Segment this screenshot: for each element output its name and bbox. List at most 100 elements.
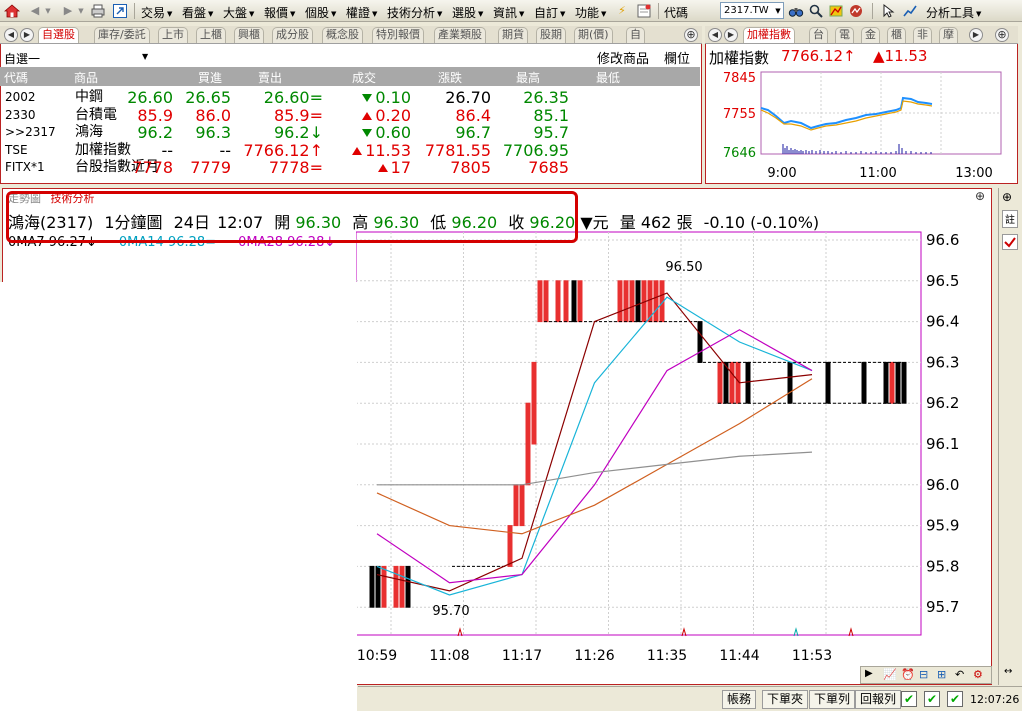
lightning-icon[interactable]: ⚡ bbox=[614, 3, 630, 19]
print-icon[interactable] bbox=[90, 3, 106, 19]
quote-row[interactable]: 2002 中鋼 26.60 26.65 26.60= 0.10 26.70 26.35 bbox=[1, 89, 701, 106]
tab-more[interactable]: 自 bbox=[626, 27, 645, 43]
tab-otc[interactable]: 上櫃 bbox=[196, 27, 226, 43]
forward-dropdown-icon[interactable]: ▼ bbox=[73, 3, 89, 19]
new-window-icon[interactable] bbox=[112, 3, 128, 19]
tab-listed[interactable]: 上市 bbox=[158, 27, 188, 43]
status-check-3[interactable]: ✔ bbox=[947, 691, 963, 707]
quote-row[interactable]: FITX*1 台股指數近月 7778 7779 7778= 17 7805 7685 bbox=[1, 159, 701, 176]
col-high[interactable]: 最高 bbox=[516, 69, 540, 86]
watchlist-dropdown-icon[interactable]: ▼ bbox=[142, 52, 148, 61]
watchlist-selector[interactable]: 自選一 bbox=[4, 50, 40, 67]
chart-draw-icon[interactable]: 📈 bbox=[883, 668, 897, 681]
quote-change-text: 0.60 bbox=[375, 123, 411, 142]
index-tab-otc[interactable]: 櫃 bbox=[887, 27, 906, 43]
col-bid[interactable]: 買進 bbox=[198, 69, 222, 86]
index-tab-taiex[interactable]: 加權指數 bbox=[743, 27, 795, 43]
menu-trade[interactable]: 交易 ▼ bbox=[141, 4, 172, 21]
menu-custom[interactable]: 自訂 ▼ bbox=[534, 4, 565, 21]
chart-zoom-icon[interactable]: ⊕ bbox=[975, 189, 985, 203]
report-bar-button[interactable]: 回報列 bbox=[855, 690, 902, 709]
index-tab-nonfin[interactable]: 非 bbox=[913, 27, 932, 43]
home-icon[interactable] bbox=[4, 3, 20, 19]
chart-undo-icon[interactable]: ↶ bbox=[955, 668, 964, 681]
right-notes-icon[interactable]: 註 bbox=[1002, 210, 1018, 228]
tab-scroll-right-icon[interactable]: ▶ bbox=[20, 28, 34, 42]
chart-settings-icon[interactable]: ⚙ bbox=[973, 668, 983, 681]
quote-cell-ask: -- bbox=[219, 140, 231, 160]
tab-watchlist[interactable]: 自選股 bbox=[38, 27, 79, 43]
quote-table-header: 代碼 商品 買進 賣出 成交 漲跌 最高 最低 bbox=[0, 67, 700, 86]
chart-zoom-out-icon[interactable]: ⊟ bbox=[919, 668, 928, 681]
tab-concept[interactable]: 概念股 bbox=[322, 27, 363, 43]
chart-fit-icon[interactable]: ⊞ bbox=[937, 668, 946, 681]
tab-options[interactable]: 期(價) bbox=[574, 27, 613, 43]
status-check-1[interactable]: ✔ bbox=[901, 691, 917, 707]
col-change[interactable]: 漲跌 bbox=[438, 69, 462, 86]
chart-scroll-right-icon[interactable]: ▶ bbox=[865, 668, 873, 679]
search-icon[interactable] bbox=[808, 3, 824, 19]
tab-emerging[interactable]: 興櫃 bbox=[234, 27, 264, 43]
candle bbox=[525, 402, 531, 486]
index-tab-fin[interactable]: 金 bbox=[861, 27, 880, 43]
account-button[interactable]: 帳務 bbox=[722, 690, 757, 709]
right-check-icon[interactable] bbox=[1002, 234, 1018, 250]
menu-market[interactable]: 大盤 ▼ bbox=[223, 4, 254, 21]
menu-stock-picker[interactable]: 選股 ▼ bbox=[452, 4, 483, 21]
menu-function[interactable]: 功能 ▼ bbox=[575, 4, 606, 21]
back-dropdown-icon[interactable]: ▼ bbox=[40, 3, 56, 19]
code-dropdown-icon[interactable]: ▼ bbox=[770, 3, 786, 19]
quote-cell-last: 85.9= bbox=[273, 105, 323, 125]
stock-alert-icon[interactable] bbox=[828, 3, 844, 19]
menu-warrant[interactable]: 權證 ▼ bbox=[346, 4, 377, 21]
col-ask[interactable]: 賣出 bbox=[258, 69, 282, 86]
menu-technical-analysis[interactable]: 技術分析 ▼ bbox=[387, 4, 442, 21]
quote-row[interactable]: >>2317 鴻海 96.2 96.3 96.2↓ 0.60 96.7 95.7 bbox=[1, 124, 701, 141]
menu-info[interactable]: 資訊 ▼ bbox=[493, 4, 524, 21]
status-check-2[interactable]: ✔ bbox=[924, 691, 940, 707]
tab-constituents[interactable]: 成分股 bbox=[272, 27, 313, 43]
index-scroll-left-icon[interactable]: ◀ bbox=[708, 28, 722, 42]
right-expand-icon[interactable]: ↔ bbox=[1004, 666, 1012, 677]
quote-zoom-icon[interactable]: ⊕ bbox=[684, 28, 698, 42]
index-tab-tai[interactable]: 台 bbox=[809, 27, 828, 43]
tab-scroll-left-icon[interactable]: ◀ bbox=[4, 28, 18, 42]
candle bbox=[889, 361, 895, 404]
quote-cell-bid: 85.9 bbox=[137, 105, 173, 125]
chart-y-tick: 96.0 bbox=[926, 476, 959, 494]
quote-cell-high: 7805 bbox=[450, 158, 491, 177]
down-triangle-icon bbox=[362, 94, 373, 102]
tab-industry[interactable]: 產業類股 bbox=[434, 27, 486, 43]
binoculars-icon[interactable] bbox=[788, 3, 804, 19]
col-code[interactable]: 代碼 bbox=[4, 69, 28, 86]
index-tab-msci[interactable]: 摩 bbox=[939, 27, 958, 43]
cursor-icon[interactable] bbox=[880, 3, 896, 19]
index-scroll-right-icon[interactable]: ▶ bbox=[724, 28, 738, 42]
right-zoom-icon[interactable]: ⊕ bbox=[1002, 190, 1012, 204]
col-last[interactable]: 成交 bbox=[352, 69, 376, 86]
index-zoom-icon[interactable]: ⊕ bbox=[995, 28, 1009, 42]
modify-items-link[interactable]: 修改商品 bbox=[597, 48, 649, 67]
tab-inventory[interactable]: 庫存/委託 bbox=[94, 27, 150, 43]
index-scroll-next-icon[interactable]: ▶ bbox=[969, 28, 983, 42]
quote-cell-low: 7685 bbox=[528, 158, 569, 177]
col-low[interactable]: 最低 bbox=[596, 69, 620, 86]
chart-tool-icon[interactable] bbox=[848, 3, 864, 19]
chart-clock-icon[interactable]: ⏰ bbox=[901, 668, 915, 681]
menu-analysis-tools[interactable]: 分析工具 ▼ bbox=[926, 4, 981, 21]
tab-futures[interactable]: 期貨 bbox=[498, 27, 528, 43]
columns-link[interactable]: 欄位 bbox=[664, 48, 690, 67]
menu-watch[interactable]: 看盤 ▼ bbox=[182, 4, 213, 21]
menu-quote[interactable]: 報價 ▼ bbox=[264, 4, 295, 21]
notepad-icon[interactable] bbox=[636, 3, 652, 19]
index-tab-elec[interactable]: 電 bbox=[835, 27, 854, 43]
col-name[interactable]: 商品 bbox=[74, 69, 98, 86]
menu-stock[interactable]: 個股 ▼ bbox=[305, 4, 336, 21]
quote-row[interactable]: TSE 加權指數 -- -- 7766.12↑ 11.53 7781.55 7706.95 bbox=[1, 142, 701, 159]
tab-special-quote[interactable]: 特別報價 bbox=[372, 27, 424, 43]
order-bar-button[interactable]: 下單列 bbox=[809, 690, 856, 709]
quote-row[interactable]: 2330 台積電 85.9 86.0 85.9= 0.20 86.4 85.1 bbox=[1, 107, 701, 124]
analysis-tools-icon[interactable] bbox=[902, 3, 918, 19]
tab-stock-futures[interactable]: 股期 bbox=[536, 27, 566, 43]
order-folder-button[interactable]: 下單夾 bbox=[762, 690, 809, 709]
